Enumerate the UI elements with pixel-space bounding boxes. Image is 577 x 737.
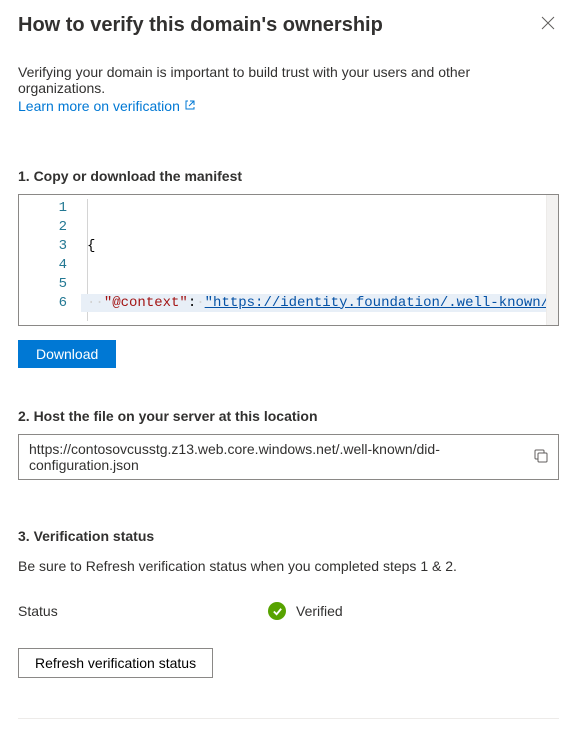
download-button[interactable]: Download (18, 340, 116, 368)
step3-instruction: Be sure to Refresh verification status w… (18, 558, 559, 574)
code-token: · (196, 295, 204, 311)
step2-heading: 2. Host the file on your server at this … (18, 408, 559, 424)
host-url-field[interactable]: https://contosovcusstg.z13.web.core.wind… (18, 434, 559, 480)
line-number: 4 (23, 256, 67, 275)
line-number: 1 (23, 199, 67, 218)
code-token: "https://identity.foundation/.well-known… (205, 295, 558, 311)
learn-more-link[interactable]: Learn more on verification (18, 98, 196, 114)
line-number: 5 (23, 275, 67, 294)
divider (18, 718, 559, 719)
status-value: Verified (268, 602, 343, 620)
copy-icon[interactable] (534, 449, 548, 466)
line-number: 6 (23, 294, 67, 313)
page-title: How to verify this domain's ownership (18, 12, 383, 38)
code-body: { ··"@context":·"https://identity.founda… (81, 195, 558, 325)
step1-heading: 1. Copy or download the manifest (18, 168, 559, 184)
line-number: 2 (23, 218, 67, 237)
code-token: ·· (87, 295, 104, 311)
refresh-status-button[interactable]: Refresh verification status (18, 648, 213, 678)
code-token: : (188, 295, 196, 311)
code-gutter: 1 2 3 4 5 6 (19, 195, 81, 325)
status-label: Status (18, 603, 268, 619)
host-url-text: https://contosovcusstg.z13.web.core.wind… (29, 441, 534, 473)
manifest-code-editor[interactable]: 1 2 3 4 5 6 { ··"@context":·"https://ide… (18, 194, 559, 326)
code-token: { (87, 238, 95, 254)
checkmark-icon (268, 602, 286, 620)
line-number: 3 (23, 237, 67, 256)
intro-description: Verifying your domain is important to bu… (18, 64, 559, 96)
status-text: Verified (296, 603, 343, 619)
close-button[interactable] (537, 12, 559, 37)
step3-heading: 3. Verification status (18, 528, 559, 544)
external-link-icon (184, 98, 196, 114)
close-icon (541, 18, 555, 33)
code-token: "@context" (104, 295, 188, 311)
learn-more-label: Learn more on verification (18, 98, 180, 114)
scrollbar-vertical[interactable] (546, 195, 558, 325)
